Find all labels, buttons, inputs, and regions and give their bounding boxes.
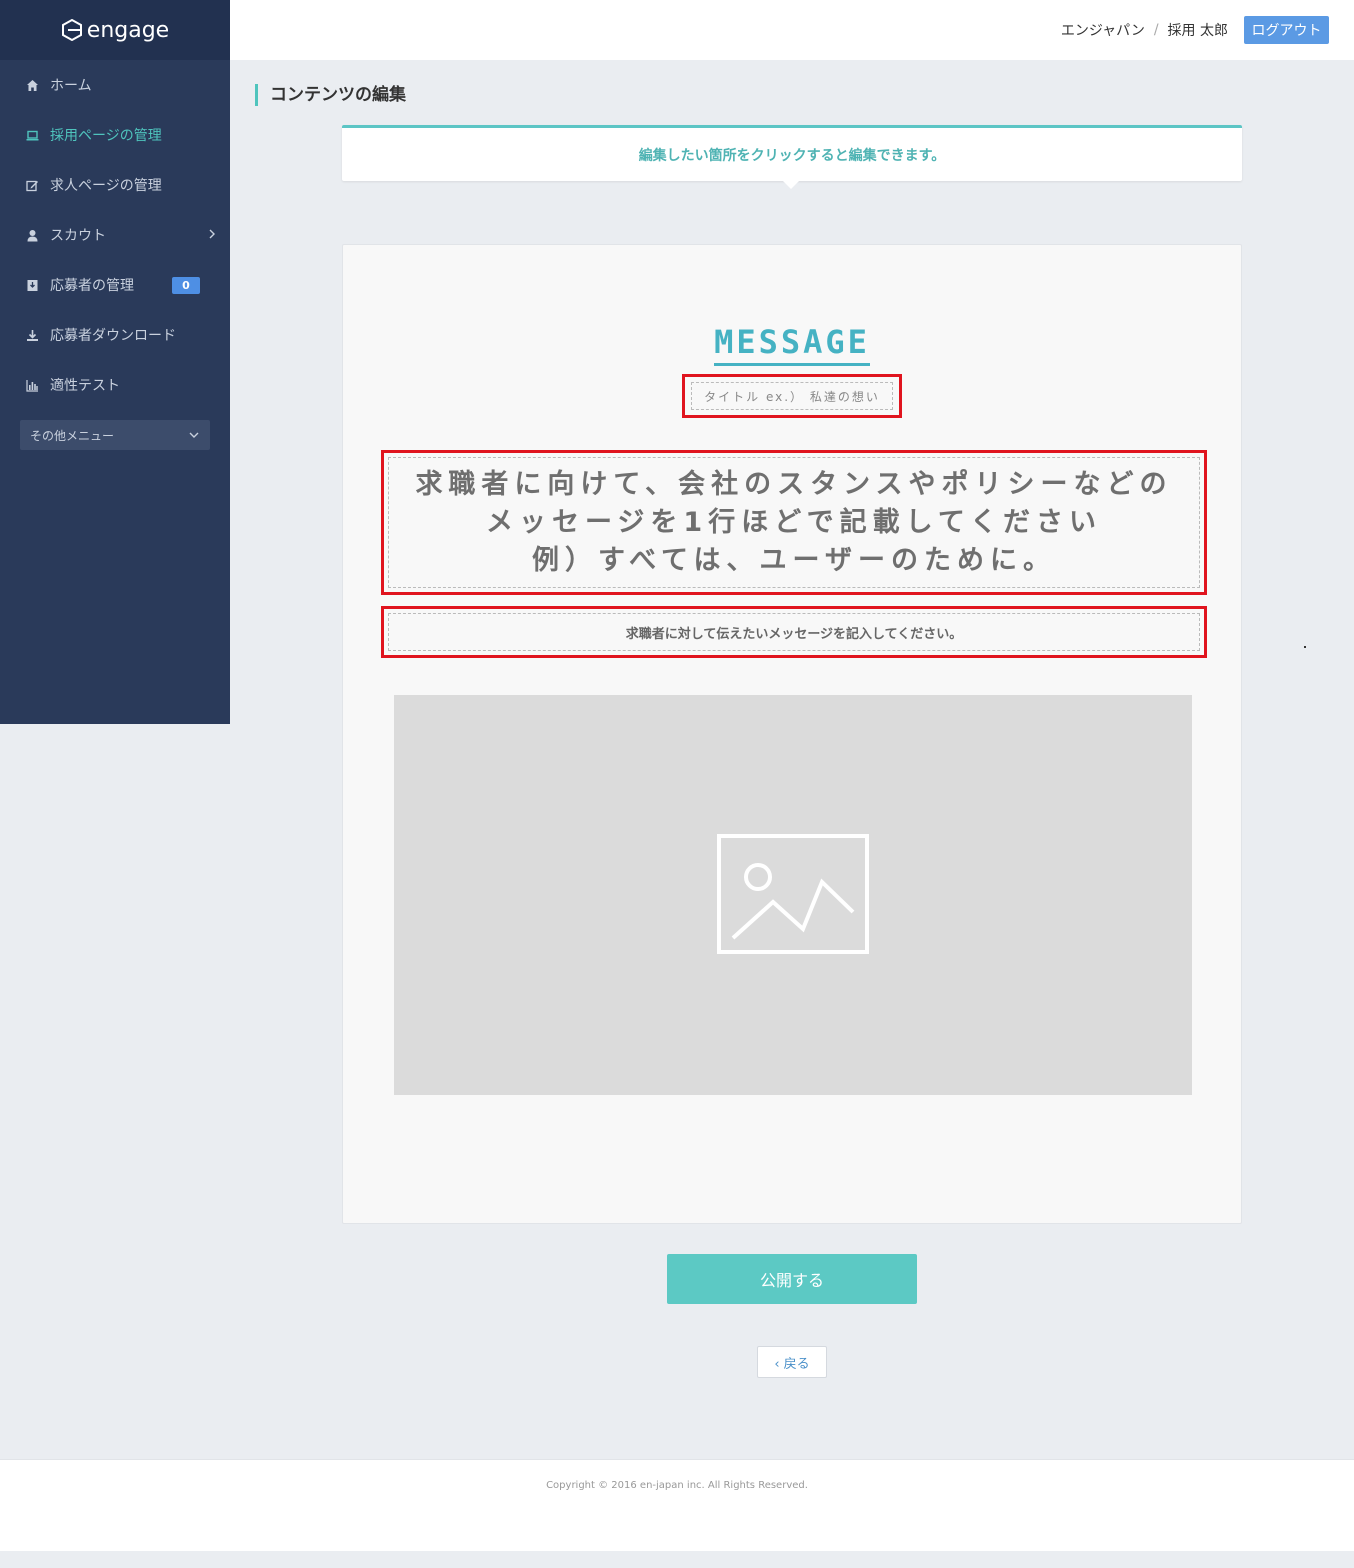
back-button[interactable]: ‹ 戻る [757, 1346, 827, 1378]
logo-text: engage [86, 17, 170, 43]
user-icon [26, 229, 39, 242]
sub-message-field[interactable]: 求職者に対して伝えたいメッセージを記入してください。 [388, 613, 1200, 651]
sidebar-item-label: 応募者の管理 [50, 278, 134, 294]
main-message-field[interactable]: 求職者に向けて、会社のスタンスやポリシーなどの メッセージを1行ほどで記載してく… [388, 457, 1200, 588]
sidebar-item-label: ホーム [50, 78, 92, 94]
copyright-text: Copyright © 2016 en-japan inc. All Right… [546, 1480, 808, 1491]
laptop-icon [26, 129, 39, 142]
engage-logo-icon [61, 19, 82, 41]
chevron-down-icon [189, 432, 199, 438]
publish-button[interactable]: 公開する [667, 1254, 917, 1304]
sidebar-item-label: 応募者ダウンロード [50, 328, 176, 344]
sidebar-item-home[interactable]: ホーム [0, 60, 230, 110]
main-message-line: メッセージを1行ほどで記載してください [485, 506, 1103, 538]
edit-notice: 編集したい箇所をクリックすると編集できます。 [342, 125, 1242, 181]
logout-button[interactable]: ログアウト [1244, 16, 1329, 44]
applicant-count-badge: 0 [172, 277, 200, 294]
image-upload-area[interactable] [394, 695, 1192, 1095]
logo[interactable]: engage [0, 0, 230, 60]
footer: Copyright © 2016 en-japan inc. All Right… [0, 1459, 1354, 1551]
title-field[interactable]: タイトル ex.） 私達の想い [691, 382, 893, 410]
sidebar-nav: ホーム 採用ページの管理 求人ページの管理 スカウト 応募者の管理 0 応募者ダ… [0, 60, 230, 410]
other-menu-label: その他メニュー [30, 428, 115, 443]
inbox-icon [26, 279, 39, 292]
sidebar-item-label: スカウト [50, 228, 106, 244]
user-info: エンジャパン / 採用 太郎 [1061, 20, 1228, 40]
sidebar-item-applicants[interactable]: 応募者の管理 0 [0, 260, 230, 310]
company-name: エンジャパン [1060, 23, 1145, 39]
bar-chart-icon [26, 379, 39, 392]
sidebar-item-scout[interactable]: スカウト [0, 210, 230, 260]
main-message-highlight: 求職者に向けて、会社のスタンスやポリシーなどの メッセージを1行ほどで記載してく… [381, 450, 1207, 595]
sidebar-item-career-page[interactable]: 採用ページの管理 [0, 110, 230, 160]
separator: / [1153, 22, 1159, 38]
chevron-right-icon [209, 229, 215, 239]
stray-dot [1304, 646, 1306, 648]
user-name: 採用 太郎 [1167, 23, 1228, 39]
title-field-highlight: タイトル ex.） 私達の想い [682, 374, 902, 418]
sidebar-item-label: 採用ページの管理 [50, 128, 162, 144]
home-icon [26, 79, 39, 92]
sub-message-highlight: 求職者に対して伝えたいメッセージを記入してください。 [381, 606, 1207, 658]
image-placeholder-icon [717, 834, 869, 954]
page-title: コンテンツの編集 [255, 84, 406, 106]
sidebar-item-aptitude-test[interactable]: 適性テスト [0, 360, 230, 410]
main-message-line: 求職者に向けて、会社のスタンスやポリシーなどの [415, 468, 1173, 500]
edit-icon [26, 179, 39, 192]
top-header: エンジャパン / 採用 太郎 ログアウト [230, 0, 1354, 60]
sidebar-item-label: 求人ページの管理 [50, 178, 162, 194]
sidebar-item-job-page[interactable]: 求人ページの管理 [0, 160, 230, 210]
section-heading-text: MESSAGE [714, 323, 870, 366]
notice-arrow [782, 180, 800, 189]
content-editor: MESSAGE タイトル ex.） 私達の想い 求職者に向けて、会社のスタンスや… [342, 244, 1242, 1224]
sidebar-item-applicant-download[interactable]: 応募者ダウンロード [0, 310, 230, 360]
other-menu-dropdown[interactable]: その他メニュー [20, 420, 210, 450]
download-icon [26, 329, 39, 342]
main-message-line: 例）すべては、ユーザーのために。 [532, 544, 1056, 576]
sidebar-item-label: 適性テスト [50, 378, 120, 394]
section-heading: MESSAGE [343, 323, 1241, 366]
sidebar: engage ホーム 採用ページの管理 求人ページの管理 スカウト 応募者の管理… [0, 0, 230, 724]
